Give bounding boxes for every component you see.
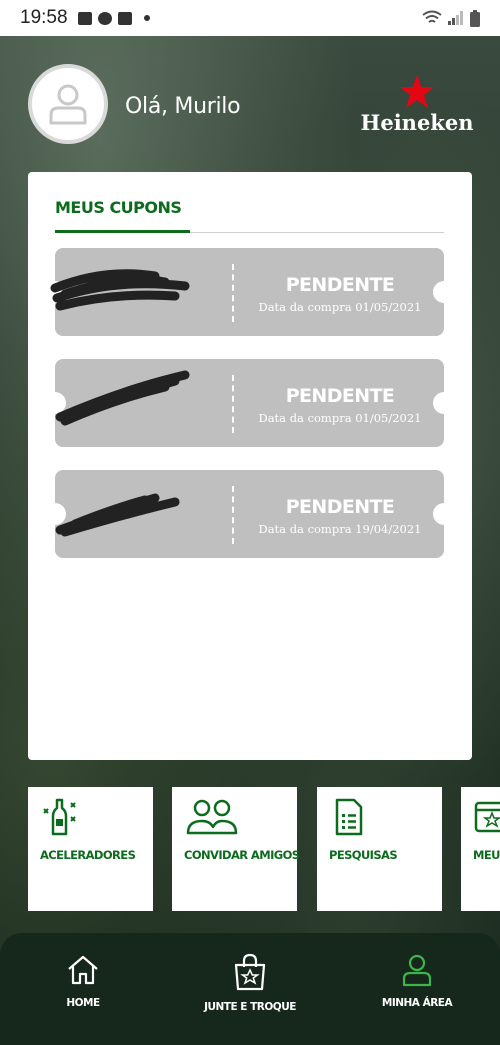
user-icon (402, 954, 432, 987)
coupons-card: MEUS CUPONS PENDENTE Data da compra 01/0… (28, 172, 472, 760)
coupon-date: Data da compra 19/04/2021 (258, 522, 422, 536)
heineken-logo: Heineken (358, 74, 476, 140)
coupon-separator (232, 264, 234, 322)
coupon-date: Data da compra 01/05/2021 (258, 411, 422, 425)
battery-icon (470, 9, 480, 27)
tile-meus[interactable]: MEUS (461, 787, 500, 911)
coupon-status: PENDENTE (285, 274, 395, 296)
nav-item-home[interactable]: HOME (23, 953, 143, 1033)
coupon-card[interactable]: PENDENTE Data da compra 01/05/2021 (44, 248, 455, 336)
status-bar: 19:58 (0, 0, 500, 36)
coupon-separator (232, 486, 234, 544)
coupon-date: Data da compra 01/05/2021 (258, 300, 422, 314)
user-placeholder-icon (49, 84, 87, 125)
tile-label: ACELERADORES (40, 848, 136, 862)
nav-label: JUNTE E TROQUE (204, 1001, 296, 1013)
redacted-code (50, 269, 190, 311)
shopping-bag-icon (234, 953, 266, 991)
nav-label: MINHA ÁREA (381, 997, 453, 1009)
tile-aceleradores[interactable]: ACELERADORES (28, 787, 153, 911)
bottom-nav: HOME JUNTE E TROQUE MINHA ÁREA (0, 933, 500, 1045)
avatar[interactable] (28, 64, 108, 144)
people-icon (186, 799, 238, 835)
coupon-card[interactable]: PENDENTE Data da compra 01/05/2021 (44, 359, 455, 447)
greeting-text: Olá, Murilo (125, 94, 241, 119)
tile-label: PESQUISAS (329, 848, 398, 862)
survey-icon (335, 798, 363, 836)
facebook-notification-icon (97, 11, 112, 25)
coupon-status: PENDENTE (285, 496, 395, 518)
nav-label: HOME (66, 997, 100, 1009)
brand-name: Heineken (360, 110, 474, 135)
tile-label: MEUS (473, 848, 500, 862)
gallery-notification-icon (77, 11, 92, 25)
star-card-icon (474, 801, 500, 833)
redacted-code (55, 493, 180, 537)
home-icon (68, 955, 98, 985)
app-notification-icon (117, 11, 132, 25)
nav-item-junte-e-troque[interactable]: JUNTE E TROQUE (190, 953, 310, 1033)
redacted-code (55, 370, 190, 426)
nav-item-minha-area[interactable]: MINHA ÁREA (357, 953, 477, 1033)
red-star-icon (400, 75, 434, 108)
coupon-separator (232, 375, 234, 433)
coupon-status: PENDENTE (285, 385, 395, 407)
tile-pesquisas[interactable]: PESQUISAS (317, 787, 442, 911)
more-notifications-icon (143, 15, 150, 21)
wifi-icon (422, 10, 442, 23)
status-time: 19:58 (20, 7, 68, 28)
bottle-icon (43, 798, 76, 836)
card-title: MEUS CUPONS (55, 198, 182, 217)
tile-label: CONVIDAR AMIGOS (184, 848, 300, 862)
active-tab-underline (55, 230, 190, 233)
signal-icon (448, 11, 463, 25)
coupon-card[interactable]: PENDENTE Data da compra 19/04/2021 (44, 470, 455, 558)
tile-convidar-amigos[interactable]: CONVIDAR AMIGOS (172, 787, 300, 911)
